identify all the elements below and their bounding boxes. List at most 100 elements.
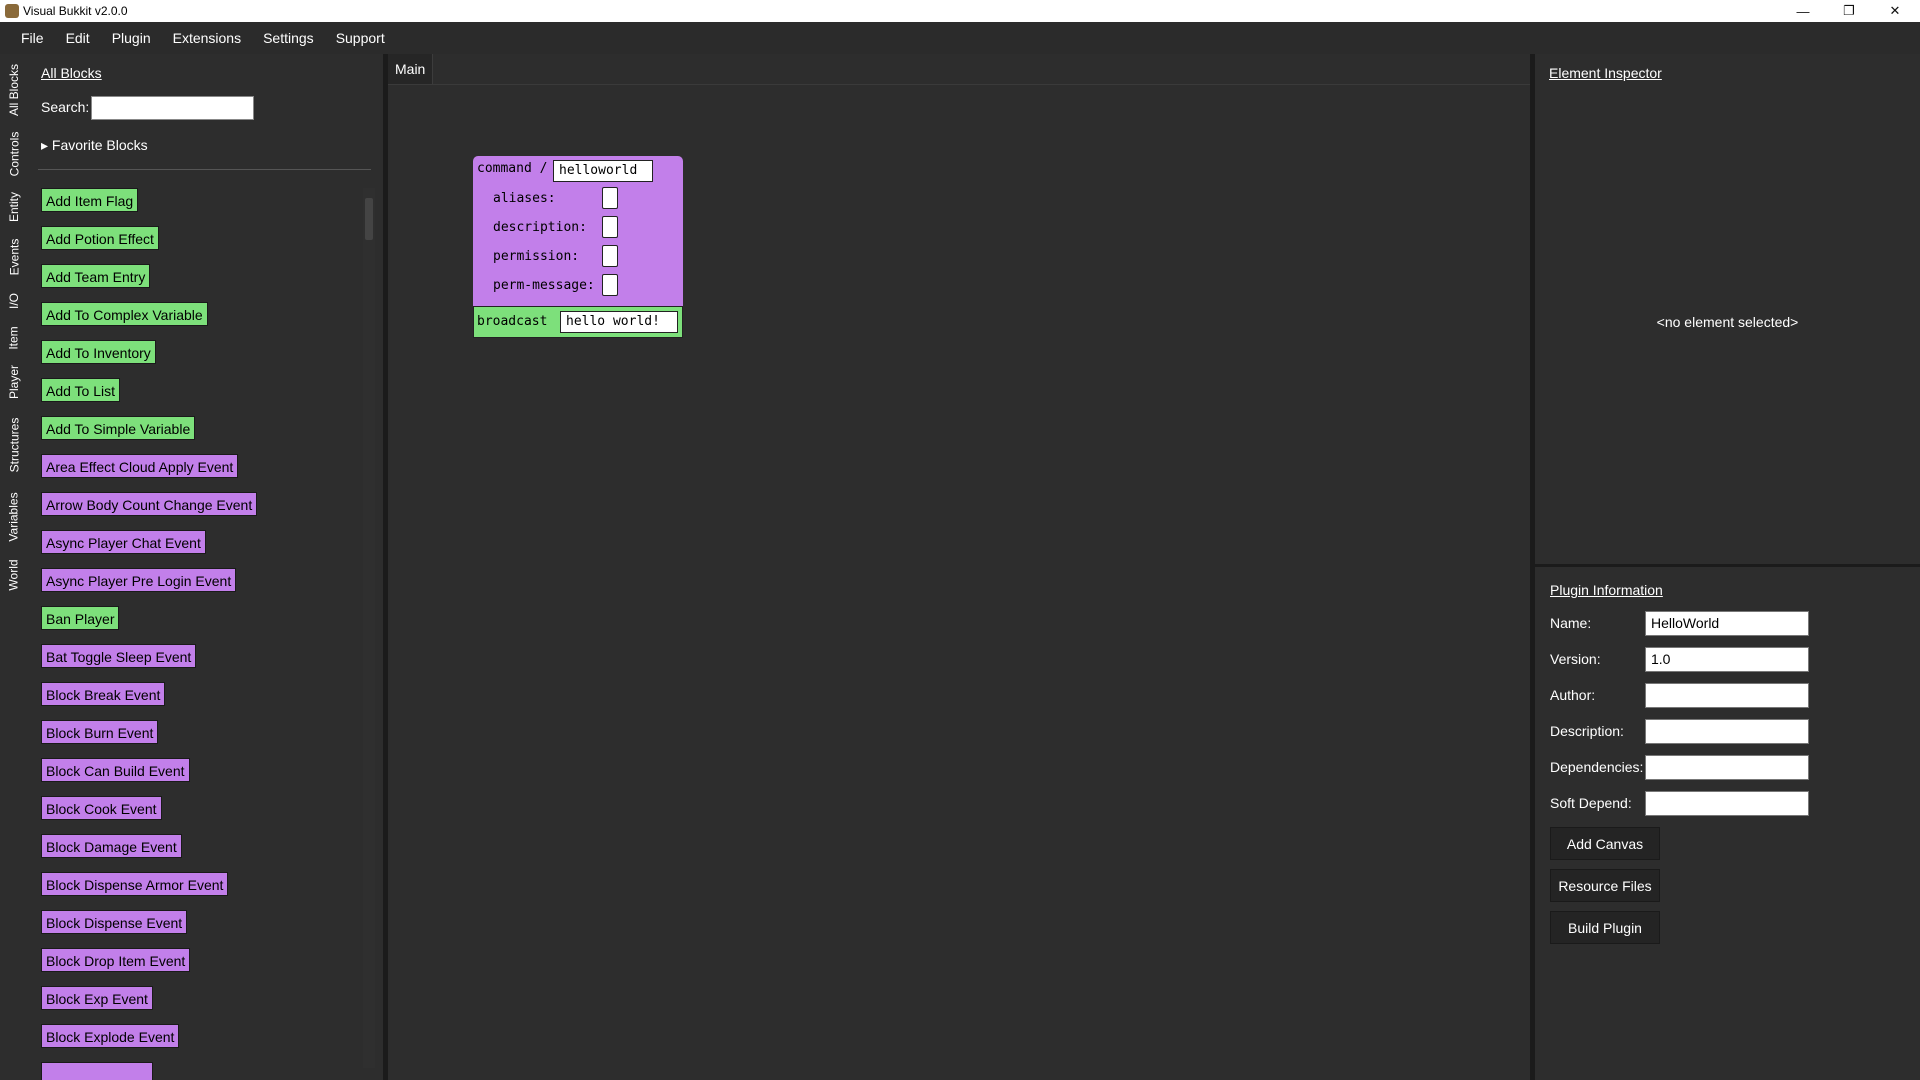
palette-block[interactable]: Add Team Entry [41, 264, 151, 288]
palette-block[interactable]: Add To Complex Variable [41, 302, 208, 326]
palette-block[interactable]: Block Explode Event [41, 1024, 180, 1048]
description-input[interactable] [602, 216, 618, 238]
tab-events[interactable]: Events [0, 234, 28, 280]
dependencies-field[interactable] [1645, 755, 1809, 780]
tab-item[interactable]: Item [0, 322, 28, 354]
author-label: Author: [1550, 687, 1596, 703]
version-field[interactable]: 1.0 [1645, 647, 1809, 672]
divider [388, 84, 1530, 85]
description-label: Description: [1550, 723, 1624, 739]
inspector-empty-text: <no element selected> [1656, 314, 1799, 330]
aliases-input[interactable] [602, 187, 618, 209]
palette-block[interactable]: Add Potion Effect [41, 226, 159, 250]
description-field[interactable] [1645, 719, 1809, 744]
broadcast-input[interactable]: hello world! [560, 311, 678, 333]
name-field[interactable]: HelloWorld [1645, 611, 1809, 636]
palette-block[interactable]: Async Player Pre Login Event [41, 568, 237, 592]
tab-controls[interactable]: Controls [0, 128, 28, 180]
tab-world[interactable]: World [0, 554, 28, 596]
author-field[interactable] [1645, 683, 1809, 708]
palette-block[interactable]: Add Item Flag [41, 188, 139, 212]
palette-block[interactable]: Async Player Chat Event [41, 530, 206, 554]
minimize-button[interactable]: — [1780, 0, 1826, 22]
palette-block[interactable]: Add To List [41, 378, 121, 402]
window-title: Visual Bukkit v2.0.0 [23, 4, 128, 18]
menu-settings[interactable]: Settings [252, 30, 325, 46]
menu-file[interactable]: File [10, 30, 55, 46]
tab-variables[interactable]: Variables [0, 486, 28, 548]
tab-player[interactable]: Player [0, 360, 28, 404]
build-plugin-button[interactable]: Build Plugin [1550, 911, 1660, 944]
title-bar: Visual Bukkit v2.0.0 — ❐ ✕ [0, 0, 1920, 22]
soft-depend-field[interactable] [1645, 791, 1809, 816]
palette-block[interactable]: Add To Simple Variable [41, 416, 196, 440]
scrollbar-thumb[interactable] [365, 198, 373, 240]
tab-main[interactable]: Main [388, 54, 434, 84]
palette-block[interactable]: Block Dispense Event [41, 910, 188, 934]
tab-structures[interactable]: Structures [0, 410, 28, 480]
element-inspector: Element Inspector <no element selected> [1535, 54, 1920, 567]
perm-message-label: perm-message: [493, 278, 595, 293]
menu-extensions[interactable]: Extensions [162, 30, 252, 46]
tab-all-blocks[interactable]: All Blocks [0, 58, 28, 122]
plugin-information: Plugin Information Name: HelloWorld Vers… [1535, 567, 1920, 1080]
tab-io[interactable]: I/O [0, 286, 28, 316]
palette-block[interactable]: Block Exp Event [41, 986, 153, 1010]
command-prefix: command / [477, 161, 548, 176]
palette-block[interactable]: Add To Inventory [41, 340, 156, 364]
aliases-label: aliases: [493, 191, 556, 206]
broadcast-block[interactable]: broadcast hello world! [473, 306, 683, 338]
name-label: Name: [1550, 615, 1592, 631]
plugin-info-title[interactable]: Plugin Information [1550, 582, 1663, 598]
menu-plugin[interactable]: Plugin [101, 30, 162, 46]
favorite-blocks-toggle[interactable]: ▸ Favorite Blocks [41, 137, 148, 154]
palette-block[interactable]: Block Burn Event [41, 720, 159, 744]
tab-label: Entity [7, 191, 22, 223]
permission-label: permission: [493, 249, 580, 264]
palette-block[interactable]: Bat Toggle Sleep Event [41, 644, 197, 668]
tab-label: Structures [7, 417, 21, 473]
inspector-title[interactable]: Element Inspector [1549, 65, 1662, 81]
palette-block[interactable]: Block Dispense Armor Event [41, 872, 229, 896]
tab-label: Variables [7, 492, 22, 542]
resource-files-button[interactable]: Resource Files [1550, 869, 1660, 902]
perm-message-input[interactable] [602, 274, 618, 296]
menu-support[interactable]: Support [325, 30, 396, 46]
app-icon [5, 4, 19, 18]
palette-block[interactable]: Block Can Build Event [41, 758, 190, 782]
permission-input[interactable] [602, 245, 618, 267]
tab-label: Item [7, 326, 21, 350]
tab-label: I/O [6, 292, 21, 310]
command-block[interactable]: command / helloworld aliases: descriptio… [473, 156, 683, 306]
tab-label: Controls [7, 131, 21, 177]
palette-block[interactable]: Arrow Body Count Change Event [41, 492, 258, 516]
close-button[interactable]: ✕ [1872, 0, 1918, 22]
search-input[interactable] [91, 96, 254, 120]
menu-edit[interactable]: Edit [55, 30, 101, 46]
canvas-area: Main command / helloworld aliases: descr… [388, 54, 1535, 1080]
palette-block[interactable]: Block Cook Event [41, 796, 162, 820]
add-canvas-button[interactable]: Add Canvas [1550, 827, 1660, 860]
tab-entity[interactable]: Entity [0, 186, 28, 228]
search-label: Search: [41, 99, 90, 115]
dependencies-label: Dependencies: [1550, 759, 1644, 775]
palette-block[interactable]: Ban Player [41, 606, 120, 630]
palette-block[interactable]: Area Effect Cloud Apply Event [41, 454, 239, 478]
broadcast-label: broadcast [477, 314, 548, 329]
palette-block[interactable]: Block Break Event [41, 682, 166, 706]
version-label: Version: [1550, 651, 1601, 667]
command-input[interactable]: helloworld [553, 160, 653, 182]
description-label: description: [493, 220, 587, 235]
palette-title[interactable]: All Blocks [41, 65, 102, 81]
palette-block[interactable]: Block Drop Item Event [41, 948, 191, 972]
tab-label: Player [7, 364, 22, 400]
category-tabs: All Blocks Controls Entity Events I/O It… [0, 54, 29, 1080]
menu-bar: File Edit Plugin Extensions Settings Sup… [0, 22, 1920, 54]
block-list: Add Item Flag Add Potion Effect Add Team E… [41, 188, 361, 1080]
palette-block[interactable] [41, 1062, 153, 1080]
restore-button[interactable]: ❐ [1826, 0, 1872, 22]
palette-block[interactable]: Block Damage Event [41, 834, 182, 858]
scrollbar[interactable] [363, 188, 375, 1068]
tab-label: All Blocks [7, 63, 22, 117]
tab-label: World [7, 559, 21, 591]
